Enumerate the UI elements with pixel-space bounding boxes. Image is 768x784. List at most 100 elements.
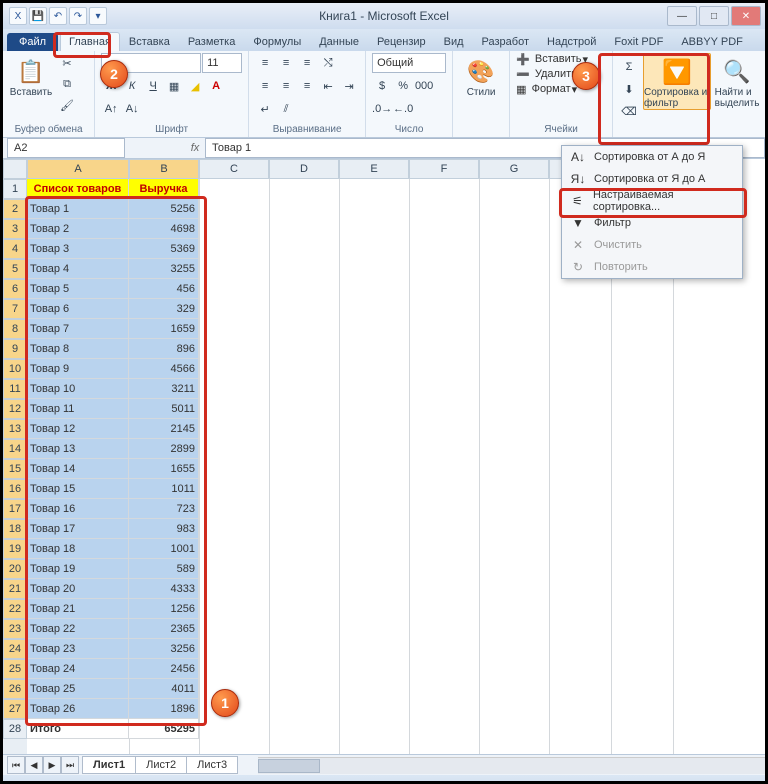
zoom-out-icon[interactable]: − bbox=[687, 780, 693, 784]
redo-icon[interactable]: ↷ bbox=[69, 7, 87, 25]
cell-B4[interactable]: 5369 bbox=[129, 239, 199, 259]
cell-B23[interactable]: 2365 bbox=[129, 619, 199, 639]
cell-B24[interactable]: 3256 bbox=[129, 639, 199, 659]
cell-A21[interactable]: Товар 20 bbox=[27, 579, 129, 599]
indent-inc-icon[interactable]: ⇥ bbox=[339, 76, 359, 96]
sheet-next-icon[interactable]: ▶ bbox=[43, 756, 61, 774]
shrink-font-icon[interactable]: A↓ bbox=[122, 99, 142, 119]
cell-B5[interactable]: 3255 bbox=[129, 259, 199, 279]
cell-A4[interactable]: Товар 3 bbox=[27, 239, 129, 259]
sheet-tab-3[interactable]: Лист3 bbox=[186, 756, 238, 774]
save-icon[interactable]: 💾 bbox=[29, 7, 47, 25]
cell-A7[interactable]: Товар 6 bbox=[27, 299, 129, 319]
align-center-icon[interactable]: ≡ bbox=[276, 76, 296, 96]
cell-B3[interactable]: 4698 bbox=[129, 219, 199, 239]
tab-developer[interactable]: Разработ bbox=[473, 32, 538, 51]
cell-A10[interactable]: Товар 9 bbox=[27, 359, 129, 379]
cell-A23[interactable]: Товар 22 bbox=[27, 619, 129, 639]
row-header-25[interactable]: 25 bbox=[3, 659, 27, 679]
align-mid-icon[interactable]: ≡ bbox=[276, 53, 296, 73]
col-header-E[interactable]: E bbox=[339, 159, 409, 179]
tab-foxit[interactable]: Foxit PDF bbox=[605, 32, 672, 51]
align-left-icon[interactable]: ≡ bbox=[255, 76, 275, 96]
find-select-button[interactable]: 🔍Найти и выделить bbox=[715, 53, 759, 109]
menu-custom-sort[interactable]: ⚟Настраиваемая сортировка... bbox=[562, 190, 742, 212]
autosum-icon[interactable]: Σ bbox=[619, 57, 639, 77]
cell-B6[interactable]: 456 bbox=[129, 279, 199, 299]
sort-filter-button[interactable]: 🔽Сортировка и фильтр bbox=[643, 53, 711, 110]
col-header-G[interactable]: G bbox=[479, 159, 549, 179]
border-button[interactable]: ▦ bbox=[164, 76, 184, 96]
percent-icon[interactable]: % bbox=[393, 76, 413, 96]
tab-layout[interactable]: Разметка bbox=[179, 32, 245, 51]
sheet-tab-1[interactable]: Лист1 bbox=[82, 756, 136, 774]
cell-A1[interactable]: Список товаров bbox=[27, 179, 129, 199]
row-header-26[interactable]: 26 bbox=[3, 679, 27, 699]
row-header-18[interactable]: 18 bbox=[3, 519, 27, 539]
row-header-17[interactable]: 17 bbox=[3, 499, 27, 519]
sheet-prev-icon[interactable]: ◀ bbox=[25, 756, 43, 774]
row-header-16[interactable]: 16 bbox=[3, 479, 27, 499]
cell-A2[interactable]: Товар 1 bbox=[27, 199, 129, 219]
sheet-last-icon[interactable]: ⏭ bbox=[61, 756, 79, 774]
tab-formulas[interactable]: Формулы bbox=[244, 32, 310, 51]
cell-A28[interactable]: Итого bbox=[27, 719, 129, 739]
cell-A25[interactable]: Товар 24 bbox=[27, 659, 129, 679]
cell-B11[interactable]: 3211 bbox=[129, 379, 199, 399]
cell-A22[interactable]: Товар 21 bbox=[27, 599, 129, 619]
tab-abbyy[interactable]: ABBYY PDF bbox=[672, 32, 752, 51]
cell-A16[interactable]: Товар 15 bbox=[27, 479, 129, 499]
cell-B17[interactable]: 723 bbox=[129, 499, 199, 519]
row-header-8[interactable]: 8 bbox=[3, 319, 27, 339]
cell-B12[interactable]: 5011 bbox=[129, 399, 199, 419]
row-header-1[interactable]: 1 bbox=[3, 179, 27, 199]
cell-B15[interactable]: 1655 bbox=[129, 459, 199, 479]
row-header-12[interactable]: 12 bbox=[3, 399, 27, 419]
align-top-icon[interactable]: ≡ bbox=[255, 53, 275, 73]
cell-B2[interactable]: 5256 bbox=[129, 199, 199, 219]
view-pagebreak-icon[interactable]: ▧ bbox=[628, 780, 637, 784]
font-size-select[interactable]: 11 bbox=[202, 53, 242, 73]
orientation-icon[interactable]: ⤭ bbox=[318, 53, 338, 73]
cell-B16[interactable]: 1011 bbox=[129, 479, 199, 499]
menu-sort-za[interactable]: Я↓Сортировка от Я до А bbox=[562, 168, 742, 190]
cell-A9[interactable]: Товар 8 bbox=[27, 339, 129, 359]
sheet-tab-2[interactable]: Лист2 bbox=[135, 756, 187, 774]
dec-decimal-icon[interactable]: ←.0 bbox=[393, 99, 413, 119]
h-scrollbar[interactable] bbox=[258, 757, 765, 774]
align-bot-icon[interactable]: ≡ bbox=[297, 53, 317, 73]
cell-B9[interactable]: 896 bbox=[129, 339, 199, 359]
col-header-C[interactable]: C bbox=[199, 159, 269, 179]
cell-A8[interactable]: Товар 7 bbox=[27, 319, 129, 339]
font-color-button[interactable]: А bbox=[206, 76, 226, 96]
row-header-27[interactable]: 27 bbox=[3, 699, 27, 719]
tab-review[interactable]: Рецензир bbox=[368, 32, 435, 51]
menu-filter[interactable]: ▼Фильтр bbox=[562, 212, 742, 234]
cell-B19[interactable]: 1001 bbox=[129, 539, 199, 559]
fill-color-button[interactable]: ◢ bbox=[185, 76, 205, 96]
number-format-select[interactable]: Общий bbox=[372, 53, 446, 73]
col-header-A[interactable]: A bbox=[27, 159, 129, 179]
qat-more-icon[interactable]: ▾ bbox=[89, 7, 107, 25]
row-header-4[interactable]: 4 bbox=[3, 239, 27, 259]
copy-icon[interactable]: ⧉ bbox=[57, 74, 77, 94]
row-header-28[interactable]: 28 bbox=[3, 719, 27, 739]
row-header-14[interactable]: 14 bbox=[3, 439, 27, 459]
cell-A11[interactable]: Товар 10 bbox=[27, 379, 129, 399]
cell-B28[interactable]: 65295 bbox=[129, 719, 199, 739]
row-header-20[interactable]: 20 bbox=[3, 559, 27, 579]
align-right-icon[interactable]: ≡ bbox=[297, 76, 317, 96]
cell-B21[interactable]: 4333 bbox=[129, 579, 199, 599]
cell-B10[interactable]: 4566 bbox=[129, 359, 199, 379]
grow-font-icon[interactable]: A↑ bbox=[101, 99, 121, 119]
inc-decimal-icon[interactable]: .0→ bbox=[372, 99, 392, 119]
row-header-7[interactable]: 7 bbox=[3, 299, 27, 319]
row-header-21[interactable]: 21 bbox=[3, 579, 27, 599]
zoom-in-icon[interactable]: + bbox=[751, 780, 757, 784]
row-header-19[interactable]: 19 bbox=[3, 539, 27, 559]
cell-B26[interactable]: 4011 bbox=[129, 679, 199, 699]
col-header-B[interactable]: B bbox=[129, 159, 199, 179]
row-header-5[interactable]: 5 bbox=[3, 259, 27, 279]
merge-icon[interactable]: ⫽ bbox=[276, 99, 296, 119]
minimize-button[interactable]: — bbox=[667, 6, 697, 26]
